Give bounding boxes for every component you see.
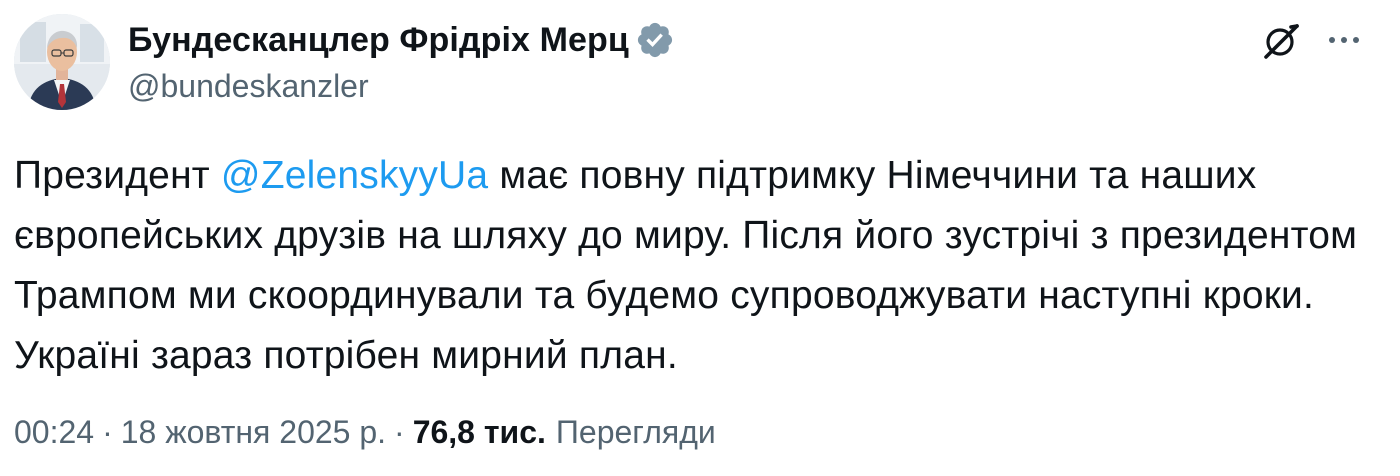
more-options-icon[interactable]	[1322, 22, 1366, 58]
tweet-date[interactable]: 18 жовтня 2025 р.	[121, 414, 386, 451]
tweet-card: Бундесканцлер Фрідріх Мерц @bundeskanzle…	[0, 0, 1400, 476]
tweet-text: Президент @ZelenskyyUa має повну підтрим…	[14, 146, 1374, 386]
author-avatar[interactable]	[14, 14, 110, 110]
views-label: Перегляди	[555, 414, 716, 450]
tweet-meta: 00:24 · 18 жовтня 2025 р. · 76,8 тис. Пе…	[14, 414, 716, 451]
views-count: 76,8 тис.	[412, 414, 546, 450]
mention-link[interactable]: @ZelenskyyUa	[221, 154, 488, 197]
grok-icon[interactable]	[1260, 20, 1302, 62]
verified-badge-icon[interactable]	[635, 20, 675, 60]
author-handle[interactable]: @bundeskanzler	[128, 68, 369, 105]
tweet-text-before: Президент	[14, 154, 221, 197]
more-dot	[1341, 37, 1347, 43]
avatar-photo	[14, 14, 110, 110]
author-name[interactable]: Бундесканцлер Фрідріх Мерц	[128, 21, 629, 60]
more-dot	[1329, 37, 1335, 43]
tweet-time[interactable]: 00:24	[14, 414, 94, 451]
meta-separator: ·	[102, 414, 113, 450]
meta-separator: ·	[394, 414, 405, 450]
author-name-row: Бундесканцлер Фрідріх Мерц	[128, 20, 675, 60]
more-dot	[1353, 37, 1359, 43]
